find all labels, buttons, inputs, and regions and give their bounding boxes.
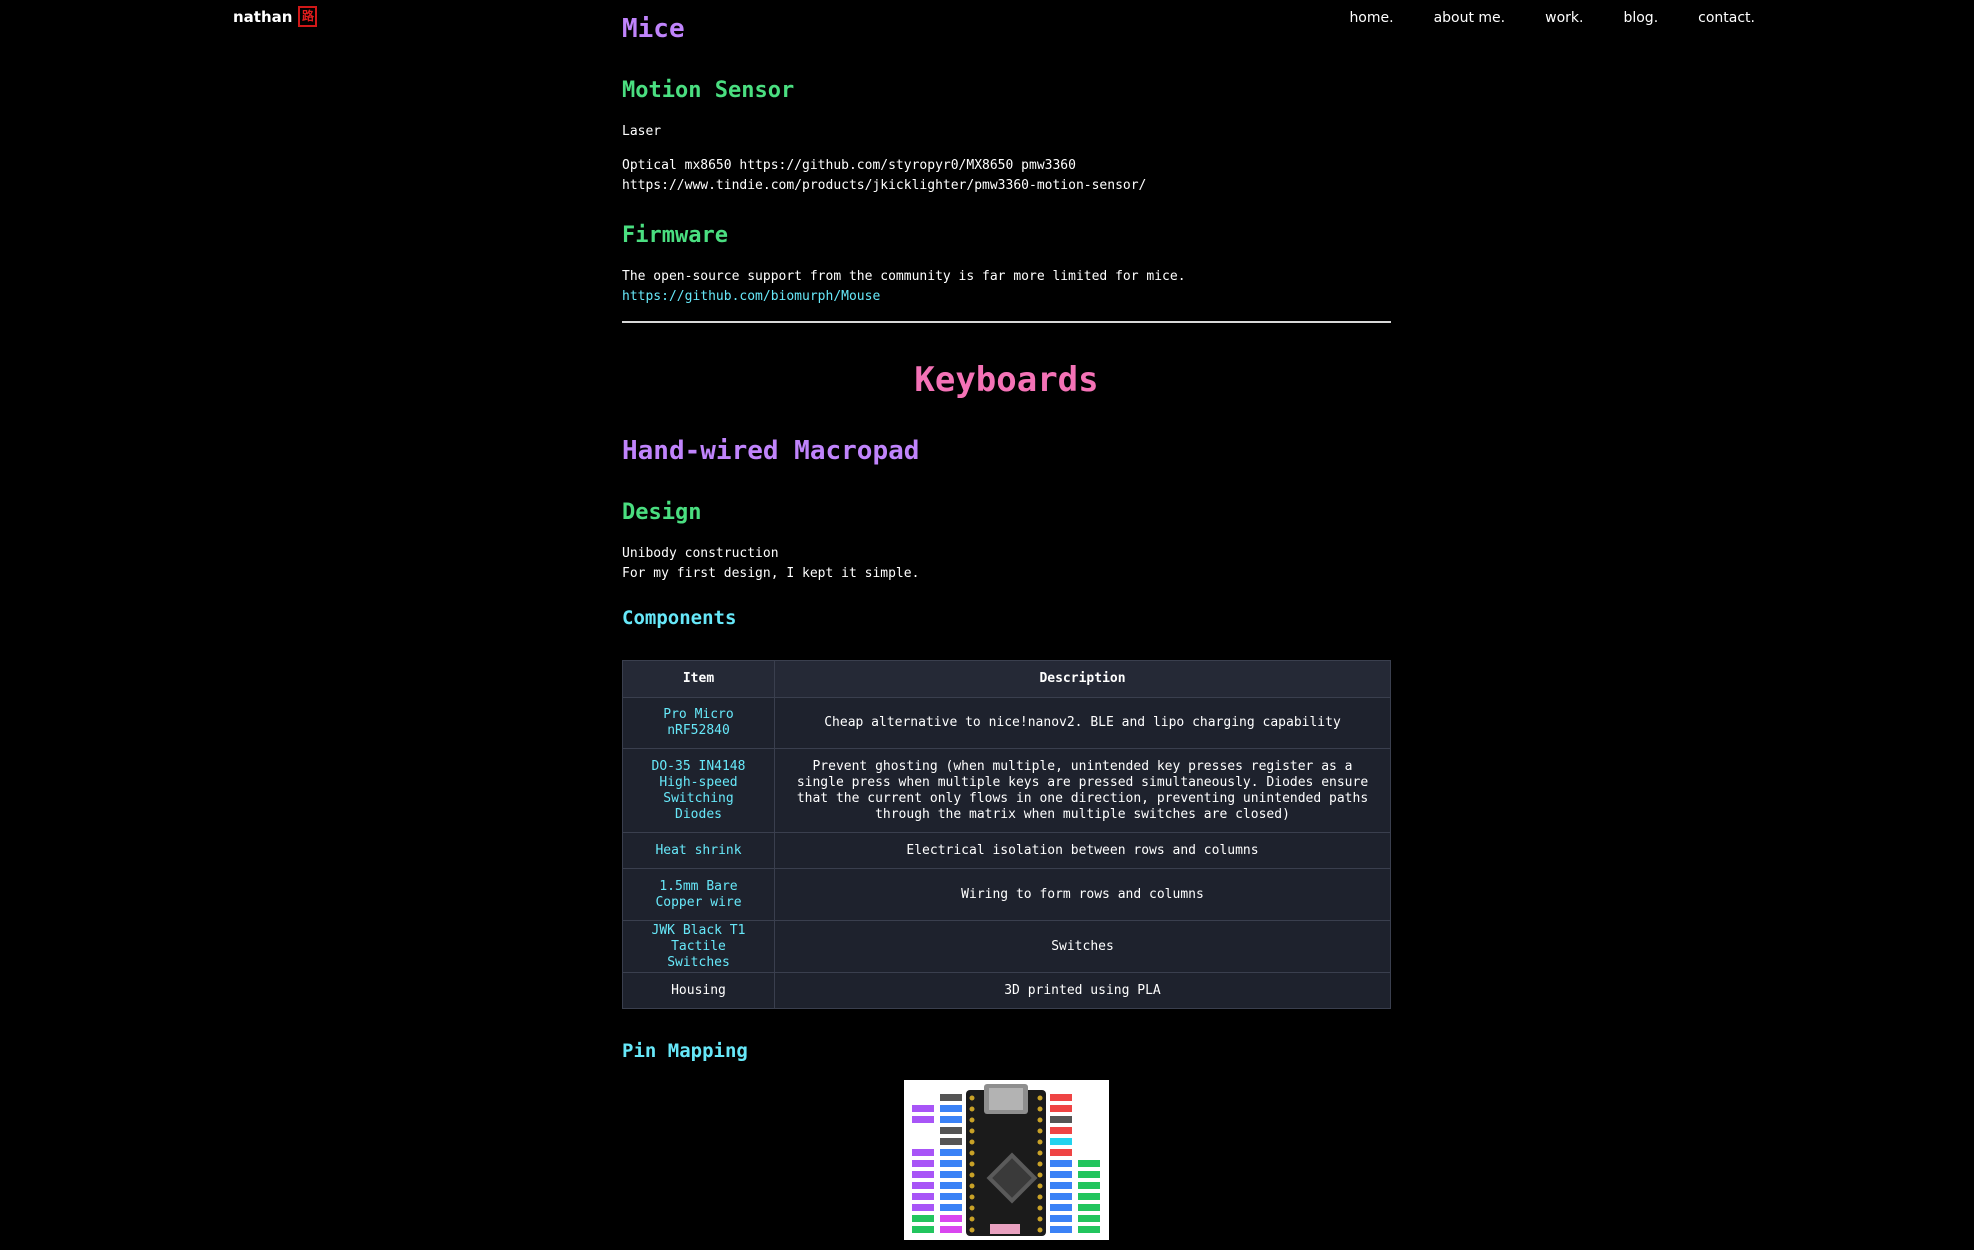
optical-text: Optical mx8650 https://github.com/styrop… [622,156,1146,196]
item-line: 1.5mm Bare [659,878,738,894]
table-row: 1.5mm Bare Copper wire Wiring to form ro… [622,868,1391,921]
item-cell[interactable]: Pro Micro nRF52840 [622,697,775,749]
components-table: Item Description Pro Micro nRF52840 Chea… [622,660,1391,1009]
item-cell[interactable]: Heat shrink [622,832,775,869]
item-cell[interactable]: JWK Black T1 Tactile Switches [622,920,775,973]
description-cell: Electrical isolation between rows and co… [774,832,1391,869]
item-line: Housing [671,982,726,998]
description-cell: Wiring to form rows and columns [774,868,1391,921]
site-brand[interactable]: nathan 路 [233,6,318,27]
design-line-1: Unibody construction [622,546,779,561]
firmware-link[interactable]: https://github.com/biomurph/Mouse [622,289,880,304]
brand-logo-icon: 路 [298,6,318,27]
table-row: Heat shrink Electrical isolation between… [622,832,1391,869]
optical-line-2: https://www.tindie.com/products/jkicklig… [622,178,1147,193]
item-line: nRF52840 [667,723,730,738]
nav-about[interactable]: about me. [1434,10,1506,26]
design-line-2: For my first design, I kept it simple. [622,566,920,581]
header-description: Description [774,660,1391,698]
optical-line-1: Optical mx8650 https://github.com/styrop… [622,158,1076,173]
firmware-description: The open-source support from the communi… [622,269,1186,284]
table-header-row: Item Description [622,660,1391,698]
macropad-heading: Hand-wired Macropad [622,436,920,466]
pinout-diagram-svg [912,1084,1100,1236]
item-line: Switching Diodes [663,790,734,822]
item-line: Copper wire [655,894,742,910]
top-nav: home. about me. work. blog. contact. [1349,10,1755,26]
nav-home[interactable]: home. [1349,10,1393,26]
description-cell: Cheap alternative to nice!nanov2. BLE an… [774,697,1391,749]
item-line: Heat shrink [655,842,742,858]
section-divider [622,321,1391,323]
item-cell: Housing [622,972,775,1009]
components-heading: Components [622,607,737,629]
table-row: JWK Black T1 Tactile Switches Switches [622,920,1391,973]
design-heading: Design [622,500,702,525]
nav-work[interactable]: work. [1545,10,1583,26]
item-line: DO-35 IN4148 [651,758,746,774]
nav-blog[interactable]: blog. [1623,10,1658,26]
pin-mapping-heading: Pin Mapping [622,1040,748,1062]
table-row: Housing 3D printed using PLA [622,972,1391,1009]
design-text: Unibody construction For my first design… [622,544,919,584]
keyboards-heading: Keyboards [914,360,1099,400]
table-row: Pro Micro nRF52840 Cheap alternative to … [622,697,1391,749]
description-cell: Prevent ghosting (when multiple, uninten… [774,748,1391,833]
brand-name[interactable]: nathan [233,8,292,26]
firmware-heading: Firmware [622,223,728,248]
nav-contact[interactable]: contact. [1698,10,1755,26]
item-line: Pro Micro [663,707,734,722]
item-line: JWK Black T1 [651,922,746,938]
laser-text: Laser [622,124,662,139]
item-line: Tactile Switches [667,938,730,970]
header-item: Item [622,660,775,698]
mice-heading: Mice [622,14,685,44]
motion-sensor-heading: Motion Sensor [622,78,795,103]
item-cell[interactable]: DO-35 IN4148 High-speed Switching Diodes [622,748,775,833]
item-line: High-speed [659,774,738,790]
description-cell: Switches [774,920,1391,973]
pinout-diagram-image [904,1080,1109,1240]
firmware-text: The open-source support from the communi… [622,267,1186,307]
table-row: DO-35 IN4148 High-speed Switching Diodes… [622,748,1391,833]
item-cell[interactable]: 1.5mm Bare Copper wire [622,868,775,921]
description-cell: 3D printed using PLA [774,972,1391,1009]
